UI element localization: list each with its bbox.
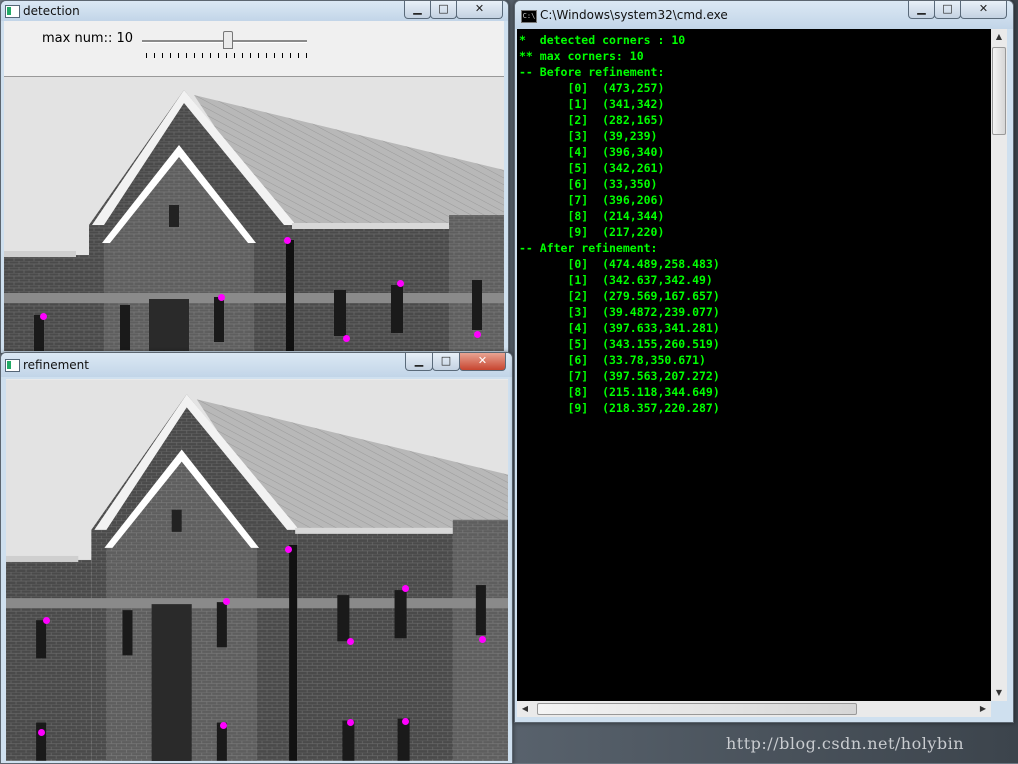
- maximize-button[interactable]: □: [430, 1, 457, 19]
- corner-marker: [40, 313, 47, 320]
- corner-marker: [223, 598, 230, 605]
- console-line: [8] (214,344): [519, 209, 665, 223]
- corner-marker: [397, 280, 404, 287]
- corner-marker: [220, 722, 227, 729]
- corner-marker: [347, 638, 354, 645]
- console-line: [9] (218.357,220.287): [519, 401, 720, 415]
- corner-marker: [43, 617, 50, 624]
- console-line: [6] (33,350): [519, 177, 658, 191]
- console-line: * detected corners : 10: [519, 33, 686, 47]
- refinement-image: [6, 379, 508, 761]
- trackbar-panel: max num:: 10: [4, 21, 504, 76]
- vertical-scroll-thumb[interactable]: [992, 47, 1006, 135]
- detection-image: [4, 77, 504, 351]
- trackbar-label: max num:: 10: [42, 31, 134, 46]
- minimize-button[interactable]: ▁: [908, 1, 935, 19]
- cmd-title: C:\Windows\system32\cmd.exe: [540, 8, 728, 22]
- maximize-button[interactable]: □: [934, 1, 961, 19]
- console-line: -- After refinement:: [519, 241, 658, 255]
- corner-marker: [218, 294, 225, 301]
- close-button[interactable]: ✕: [960, 1, 1007, 19]
- corner-marker: [285, 546, 292, 553]
- minimize-button[interactable]: ▁: [405, 353, 433, 371]
- close-button[interactable]: ✕: [456, 1, 503, 19]
- scroll-down-icon[interactable]: ▼: [991, 685, 1007, 701]
- console-line: [9] (217,220): [519, 225, 665, 239]
- corner-marker: [343, 335, 350, 342]
- console-line: ** max corners: 10: [519, 49, 644, 63]
- minimize-button[interactable]: ▁: [404, 1, 431, 19]
- console-line: [4] (396,340): [519, 145, 665, 159]
- opencv-window-icon: [5, 359, 20, 372]
- console-output[interactable]: * detected corners : 10 ** max corners: 1…: [517, 29, 991, 701]
- console-line: [5] (342,261): [519, 161, 665, 175]
- corner-marker: [347, 719, 354, 726]
- detection-client: max num:: 10: [4, 21, 504, 351]
- trackbar-ticks: [146, 53, 308, 58]
- vertical-scrollbar[interactable]: ▲ ▼: [991, 29, 1007, 701]
- console-line: [7] (397.563,207.272): [519, 369, 720, 383]
- console-line: [5] (343.155,260.519): [519, 337, 720, 351]
- console-line: [0] (474.489,258.483): [519, 257, 720, 271]
- horizontal-scrollbar[interactable]: ◀ ▶: [517, 701, 991, 717]
- console-line: [1] (342.637,342.49): [519, 273, 713, 287]
- console-text: * detected corners : 10 ** max corners: 1…: [519, 32, 720, 416]
- console-line: [1] (341,342): [519, 97, 665, 111]
- close-button[interactable]: ✕: [459, 353, 506, 371]
- scroll-up-icon[interactable]: ▲: [991, 29, 1007, 45]
- cmd-icon: C:\: [521, 10, 537, 23]
- maximize-button[interactable]: □: [432, 353, 460, 371]
- refinement-client: [6, 379, 508, 761]
- console-line: [8] (215.118,344.649): [519, 385, 720, 399]
- refinement-window[interactable]: refinement ▁ □ ✕: [0, 352, 513, 764]
- console-line: [3] (39.4872,239.077): [519, 305, 720, 319]
- detection-title: detection: [23, 4, 80, 18]
- corner-marker: [38, 729, 45, 736]
- console-line: [2] (279.569,167.657): [519, 289, 720, 303]
- scroll-right-icon[interactable]: ▶: [975, 701, 991, 717]
- console-line: [2] (282,165): [519, 113, 665, 127]
- console-line: [7] (396,206): [519, 193, 665, 207]
- watermark-url: http://blog.csdn.net/holybin: [726, 734, 965, 753]
- horizontal-scroll-thumb[interactable]: [537, 703, 857, 715]
- scroll-left-icon[interactable]: ◀: [517, 701, 533, 717]
- corner-marker: [474, 331, 481, 338]
- opencv-window-icon: [5, 5, 20, 18]
- console-line: [6] (33.78,350.671): [519, 353, 706, 367]
- corner-marker: [479, 636, 486, 643]
- refinement-title: refinement: [23, 358, 89, 372]
- corner-marker: [402, 585, 409, 592]
- trackbar-thumb[interactable]: [223, 31, 233, 49]
- console-line: [0] (473,257): [519, 81, 665, 95]
- console-line: [3] (39,239): [519, 129, 658, 143]
- detection-window[interactable]: detection ▁ □ ✕ max num:: 10: [0, 0, 509, 354]
- console-line: [4] (397.633,341.281): [519, 321, 720, 335]
- console-line: -- Before refinement:: [519, 65, 665, 79]
- corner-marker: [402, 718, 409, 725]
- corner-marker: [284, 237, 291, 244]
- cmd-window[interactable]: C:\ C:\Windows\system32\cmd.exe ▁ □ ✕ * …: [514, 0, 1014, 723]
